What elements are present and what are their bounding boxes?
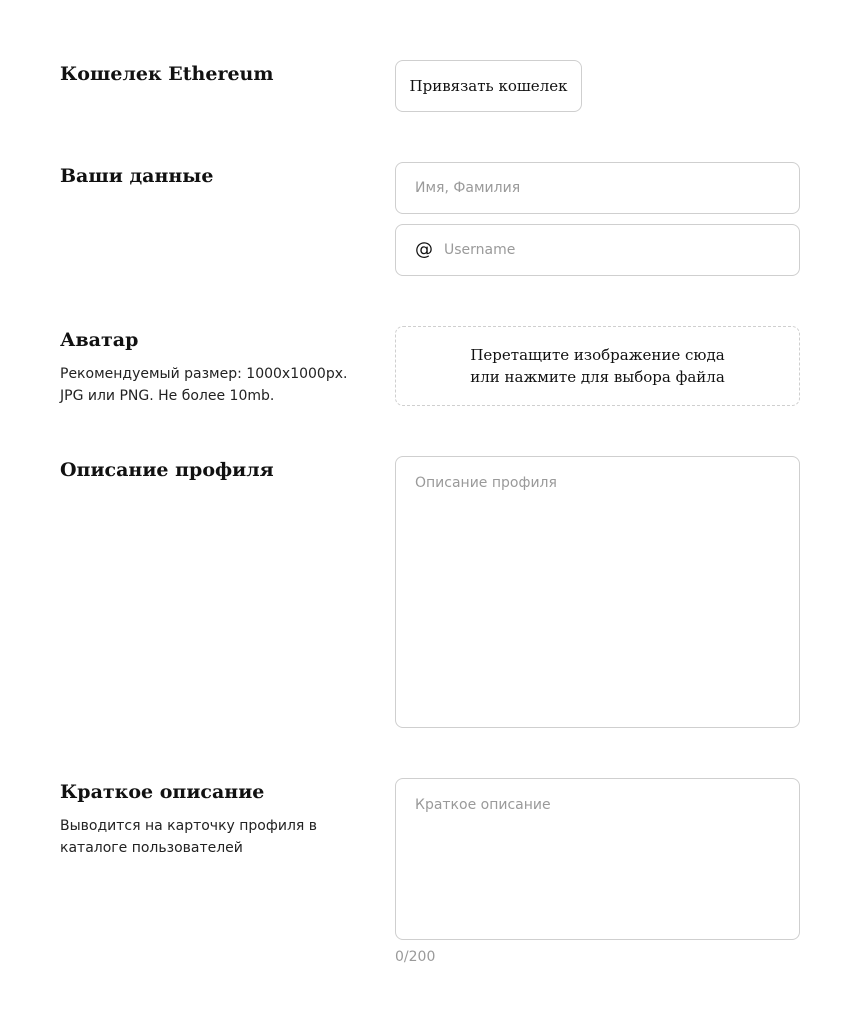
- at-sign-icon: @: [415, 239, 433, 260]
- short-description-textarea[interactable]: [395, 778, 800, 940]
- username-input[interactable]: [444, 225, 787, 275]
- wallet-section-title: Кошелек Ethereum: [60, 63, 274, 85]
- avatar-hint-size: Рекомендуемый размер: 1000x1000px.: [60, 366, 348, 382]
- dropzone-text-click: или нажмите для выбора файла: [470, 368, 725, 386]
- username-field: @: [395, 224, 800, 276]
- full-name-input[interactable]: [415, 163, 787, 213]
- personal-data-section-title: Ваши данные: [60, 165, 214, 187]
- short-description-hint: Выводится на карточку профиля в каталоге…: [60, 818, 318, 856]
- short-description-section-title: Краткое описание: [60, 781, 265, 803]
- character-counter: 0/200: [395, 949, 436, 965]
- avatar-hint: Рекомендуемый размер: 1000x1000px. JPG и…: [60, 363, 380, 407]
- avatar-dropzone[interactable]: Перетащите изображение сюда или нажмите …: [395, 326, 800, 406]
- profile-description-textarea[interactable]: [395, 456, 800, 728]
- profile-description-section-title: Описание профиля: [60, 459, 274, 481]
- avatar-section-title: Аватар: [60, 329, 139, 351]
- full-name-field: [395, 162, 800, 214]
- connect-wallet-button[interactable]: Привязать кошелек: [395, 60, 582, 112]
- dropzone-text-drag: Перетащите изображение сюда: [470, 346, 725, 364]
- avatar-hint-format: JPG или PNG. Не более 10mb.: [60, 388, 275, 404]
